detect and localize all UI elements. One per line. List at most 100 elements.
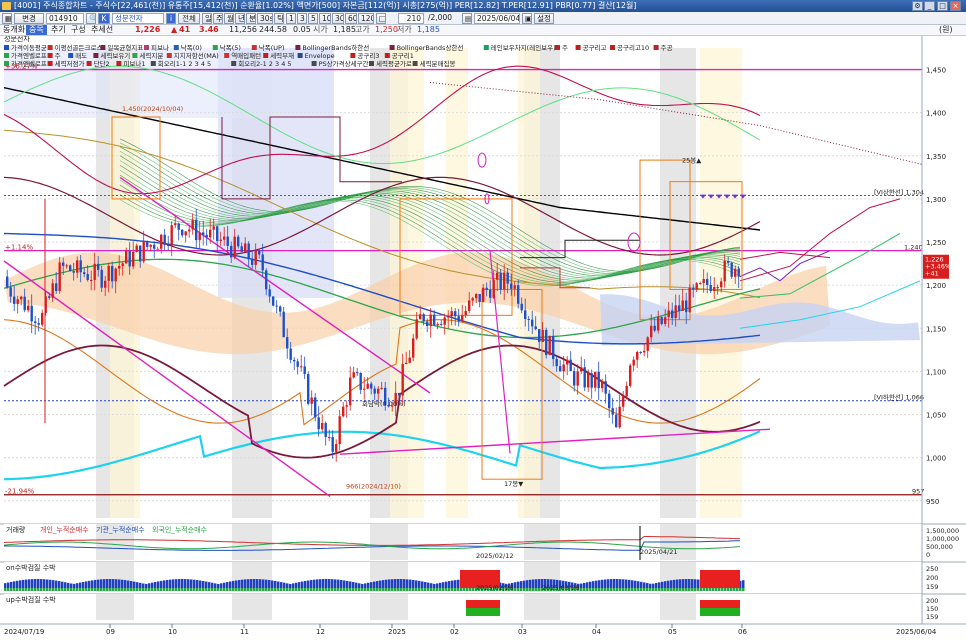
sub2-bar-green — [265, 588, 268, 591]
tab-0[interactable]: 동개화 — [0, 25, 28, 35]
min-30[interactable]: 30 — [332, 13, 344, 24]
market-icon[interactable]: K — [98, 13, 110, 24]
sub2-tick-1: 200 — [926, 574, 938, 582]
sub2-bar-green — [172, 588, 175, 591]
sub2-bar-green — [46, 588, 49, 591]
sub2-bar-green — [709, 588, 712, 591]
sub2-bar-green — [175, 588, 178, 591]
rate-value: 3.46 — [199, 25, 219, 34]
min-10[interactable]: 10 — [319, 13, 331, 24]
sub2-bar-green — [385, 588, 388, 591]
sub2-bar-green — [535, 588, 538, 591]
minimize-button[interactable]: _ — [924, 1, 935, 11]
sub2-bar-green — [280, 588, 283, 591]
period-minute[interactable]: 분 — [246, 13, 256, 24]
mode-select[interactable]: 변경 — [14, 13, 44, 24]
count-input[interactable]: 210 — [398, 13, 424, 24]
maximize-button[interactable]: □ — [937, 1, 948, 11]
period-week[interactable]: 주 — [213, 13, 223, 24]
sub2-bar-green — [664, 588, 667, 591]
min-3[interactable]: 3 — [297, 13, 307, 24]
period-tick[interactable]: 틱 — [274, 13, 284, 24]
sub2-bar-green — [352, 588, 355, 591]
price-chart-svg[interactable]: 1,450 1,400 1,350 1,300 1,250 1,200 1,150 1,100… — [0, 36, 966, 640]
period-year[interactable]: 년 — [235, 13, 245, 24]
period-month[interactable]: 월 — [224, 13, 234, 24]
sub2-bar-green — [661, 588, 664, 591]
chart-area[interactable]: 1,450 1,400 1,350 1,300 1,250 1,200 1,150 1,100… — [0, 36, 966, 640]
candle-body — [181, 229, 184, 236]
pct-low: -21.94% — [5, 488, 35, 496]
window-icon-1[interactable]: ⚙ — [912, 1, 923, 11]
legend-swatch-0-4 — [173, 45, 179, 50]
sub2-bar-green — [433, 588, 436, 591]
candle-body — [300, 366, 303, 368]
legend-item-2-4: 회오리1-1 2 3 4 5 — [158, 59, 211, 68]
legend-swatch-2-8 — [412, 61, 418, 66]
compare-icon[interactable]: □ — [376, 13, 386, 24]
setting-button[interactable]: 설정 — [534, 13, 554, 24]
candle-body — [646, 337, 649, 351]
candle-body — [51, 283, 54, 298]
min-60[interactable]: 60 — [345, 13, 357, 24]
info-icon[interactable]: i — [166, 13, 176, 24]
legend-item-2-3: 피보나1 — [123, 59, 145, 68]
sub2-bar-green — [91, 588, 94, 591]
stock-code-input[interactable]: 014910 — [46, 13, 84, 24]
candle-body — [170, 225, 173, 246]
sub2-bar-green — [40, 588, 43, 591]
candle-body — [198, 232, 201, 241]
sub2-bar-green — [58, 588, 61, 591]
candle-body — [268, 289, 271, 297]
sub3-tick-0: 200 — [926, 597, 938, 605]
tab-4[interactable]: 추세선 — [88, 25, 116, 35]
legend-item-1-7: 세력부재 — [270, 51, 294, 60]
date-input[interactable]: 2025/06/04 — [474, 13, 520, 24]
sub2-bar-green — [445, 588, 448, 591]
tab-1[interactable]: 중목 — [26, 25, 47, 35]
period-day[interactable]: 일 — [202, 13, 212, 24]
legend-swatch-2-4 — [150, 61, 156, 66]
min-1[interactable]: 1 — [286, 13, 296, 24]
min-5[interactable]: 5 — [308, 13, 318, 24]
sub3-green-1 — [700, 608, 740, 616]
sub2-bar-green — [688, 588, 691, 591]
sub2-bar-green — [526, 588, 529, 591]
candle-body — [279, 306, 282, 312]
legend-swatch-0-1 — [47, 45, 53, 50]
close-button[interactable]: × — [950, 1, 961, 11]
level-1240-label: 1,240 — [904, 244, 923, 252]
candle-body — [125, 250, 128, 264]
chart-type-select[interactable]: 전체 — [178, 13, 200, 24]
candle-body — [590, 373, 593, 388]
candle-body — [380, 387, 383, 389]
candle-body — [426, 321, 429, 327]
app-icon — [2, 2, 11, 10]
sub2-bar-green — [319, 588, 322, 591]
calendar-icon[interactable]: ▤ — [462, 13, 472, 24]
sub2-bar-green — [250, 588, 253, 591]
legend-item-0-5: 낙폭(5) — [220, 43, 241, 52]
candle-body — [237, 236, 240, 247]
candle-body — [282, 311, 285, 338]
sub2-bar-green — [205, 588, 208, 591]
stock-name-field[interactable]: 성문전자 — [112, 13, 164, 24]
sub2-bar-green — [370, 588, 373, 591]
candle-body — [16, 299, 19, 304]
candle-body — [401, 364, 404, 396]
sub2-bar-green — [379, 588, 382, 591]
min-120[interactable]: 120 — [358, 13, 374, 24]
candle-body — [97, 263, 100, 270]
candle-body — [104, 280, 107, 288]
search-icon[interactable]: 🔍 — [86, 13, 96, 24]
tab-2[interactable]: 추기 — [48, 25, 69, 35]
candle-body — [618, 406, 621, 428]
candle-body — [205, 234, 208, 238]
grid-icon[interactable]: ▦ — [2, 13, 12, 24]
tab-3[interactable]: 구성 — [68, 25, 89, 35]
lock-icon[interactable]: ▣ — [522, 13, 532, 24]
candle-body — [118, 265, 121, 269]
legend-swatch-1-6 — [224, 53, 230, 58]
candle-body — [706, 278, 709, 285]
period-30s[interactable]: 30s — [257, 13, 273, 24]
